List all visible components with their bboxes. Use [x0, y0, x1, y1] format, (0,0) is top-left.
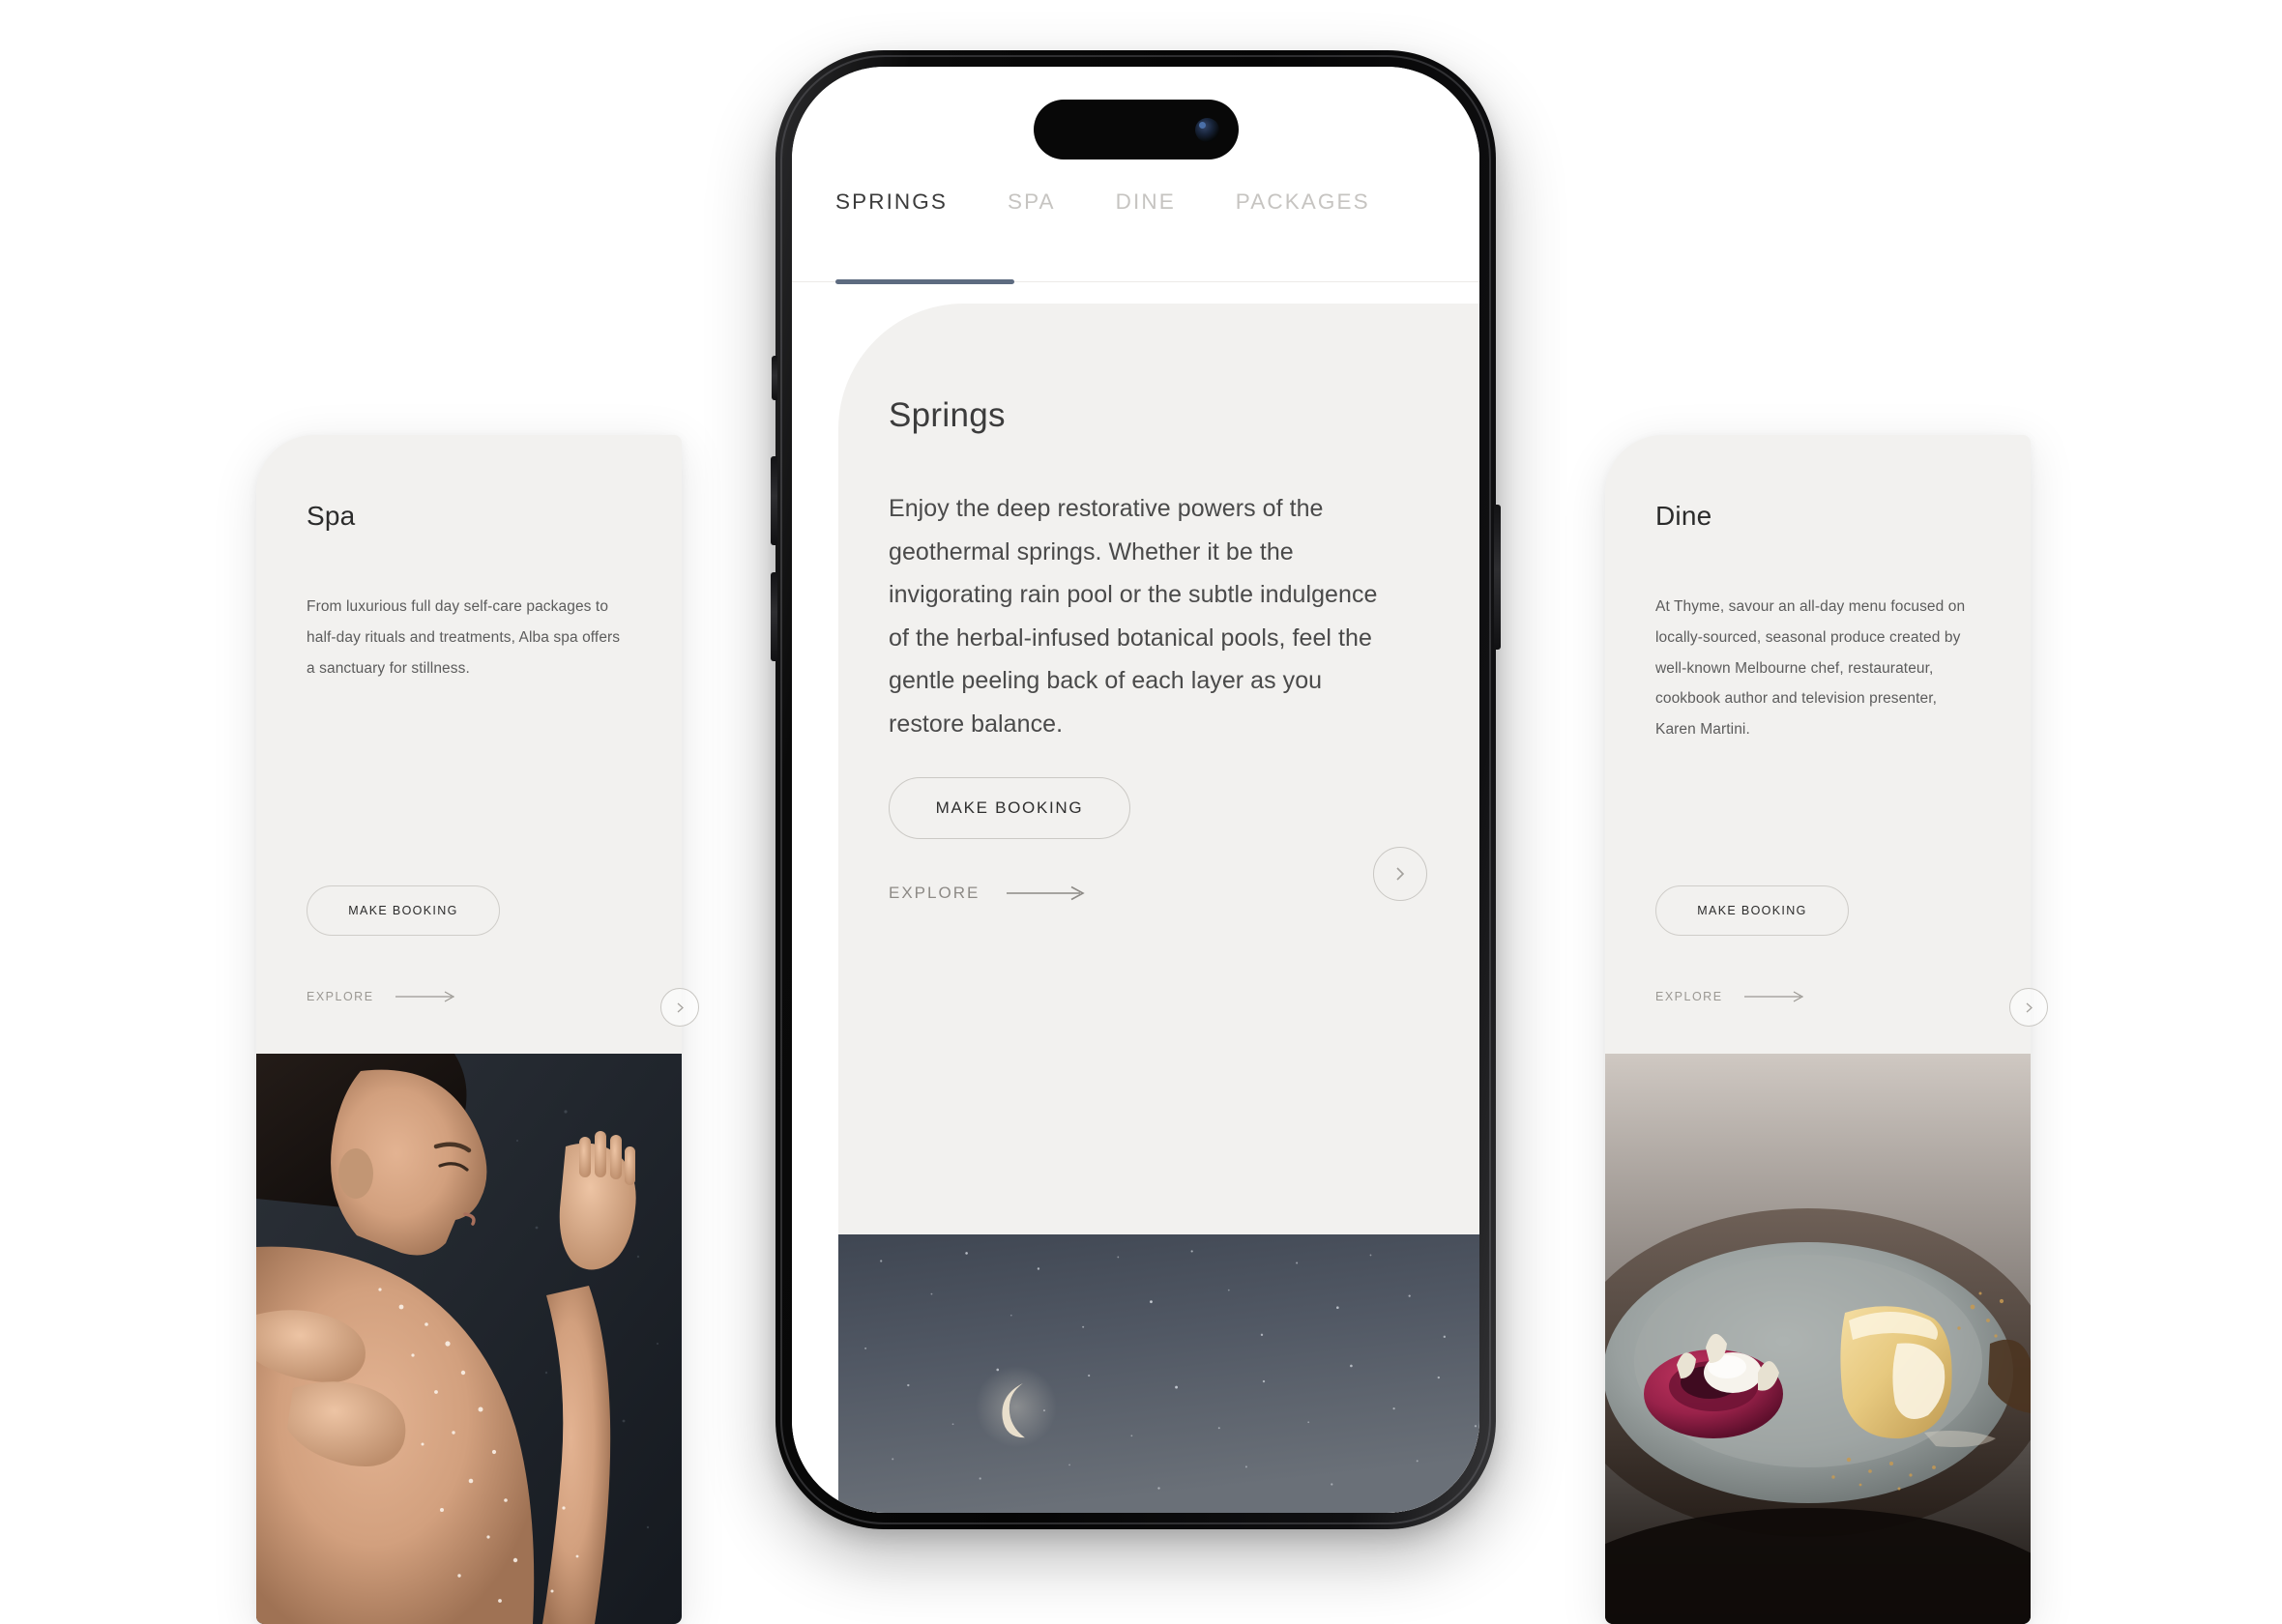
card-dine-make-booking-button[interactable]: MAKE BOOKING [1655, 885, 1849, 936]
card-spa[interactable]: Spa From luxurious full day self-care pa… [256, 435, 682, 1624]
hero-explore-label: EXPLORE [889, 884, 980, 902]
tab-packages[interactable]: PACKAGES [1236, 189, 1370, 215]
card-spa-photo [256, 1054, 682, 1624]
card-dine-body: Dine At Thyme, savour an all-day menu fo… [1605, 435, 2031, 1054]
card-dine-next-button[interactable] [2009, 988, 2048, 1027]
chevron-right-icon [1396, 867, 1405, 881]
tab-active-indicator [835, 279, 1014, 284]
volume-down-button[interactable] [771, 572, 777, 661]
arrow-right-icon [1007, 885, 1085, 901]
arrow-right-icon [1743, 991, 1803, 1002]
card-dine-photo [1605, 1054, 2031, 1624]
dessert-plate-image [1605, 1054, 2031, 1624]
camera-lens-dot [1198, 121, 1206, 129]
hero-title: Springs [889, 396, 1006, 434]
hero-make-booking-button[interactable]: MAKE BOOKING [889, 777, 1130, 839]
arrow-right-icon [395, 991, 454, 1002]
chevron-right-icon [677, 1002, 684, 1012]
card-spa-make-booking-button[interactable]: MAKE BOOKING [307, 885, 500, 936]
hero-next-slide-button[interactable] [1373, 847, 1427, 901]
hero-photo [838, 1234, 1479, 1513]
phone-screen: SPRINGS SPA DINE PACKAGES Springs Enjoy … [792, 67, 1479, 1513]
tab-spa[interactable]: SPA [1008, 189, 1056, 215]
card-spa-body: Spa From luxurious full day self-care pa… [256, 435, 682, 1054]
chevron-right-icon [2026, 1002, 2033, 1012]
night-sky-image [838, 1234, 1479, 1513]
card-spa-description: From luxurious full day self-care packag… [307, 598, 621, 677]
card-dine-description: At Thyme, savour an all-day menu focused… [1655, 598, 1966, 739]
hero-explore-link[interactable]: EXPLORE [889, 884, 1086, 903]
tab-list: SPRINGS SPA DINE PACKAGES [792, 163, 1479, 241]
card-dine-explore-link[interactable]: EXPLORE [1655, 990, 1804, 1003]
card-dine[interactable]: Dine At Thyme, savour an all-day menu fo… [1605, 435, 2031, 1624]
screenshot-canvas: Spa From luxurious full day self-care pa… [0, 0, 2282, 1624]
tab-dine[interactable]: DINE [1116, 189, 1176, 215]
tab-bar: SPRINGS SPA DINE PACKAGES [792, 163, 1479, 289]
card-dine-explore-label: EXPLORE [1655, 990, 1723, 1003]
dynamic-island [1033, 100, 1239, 160]
hero-description: Enjoy the deep restorative powers of the… [889, 495, 1378, 738]
hero-card-springs: Springs Enjoy the deep restorative power… [838, 304, 1479, 1513]
front-camera-icon [1194, 117, 1219, 142]
power-button[interactable] [1494, 505, 1501, 650]
app-viewport: SPRINGS SPA DINE PACKAGES Springs Enjoy … [792, 67, 1479, 1513]
tab-springs[interactable]: SPRINGS [835, 189, 948, 215]
hero-card-content: Springs Enjoy the deep restorative power… [838, 304, 1479, 1513]
card-spa-explore-label: EXPLORE [307, 990, 374, 1003]
card-spa-next-button[interactable] [660, 988, 699, 1027]
card-spa-explore-link[interactable]: EXPLORE [307, 990, 455, 1003]
card-dine-title: Dine [1655, 501, 1712, 531]
spa-treatment-image [256, 1054, 682, 1624]
card-spa-title: Spa [307, 501, 356, 531]
phone-frame: SPRINGS SPA DINE PACKAGES Springs Enjoy … [775, 50, 1496, 1529]
silent-switch-button[interactable] [772, 356, 777, 400]
volume-up-button[interactable] [771, 456, 777, 545]
phone-mockup: SPRINGS SPA DINE PACKAGES Springs Enjoy … [771, 50, 1501, 1529]
